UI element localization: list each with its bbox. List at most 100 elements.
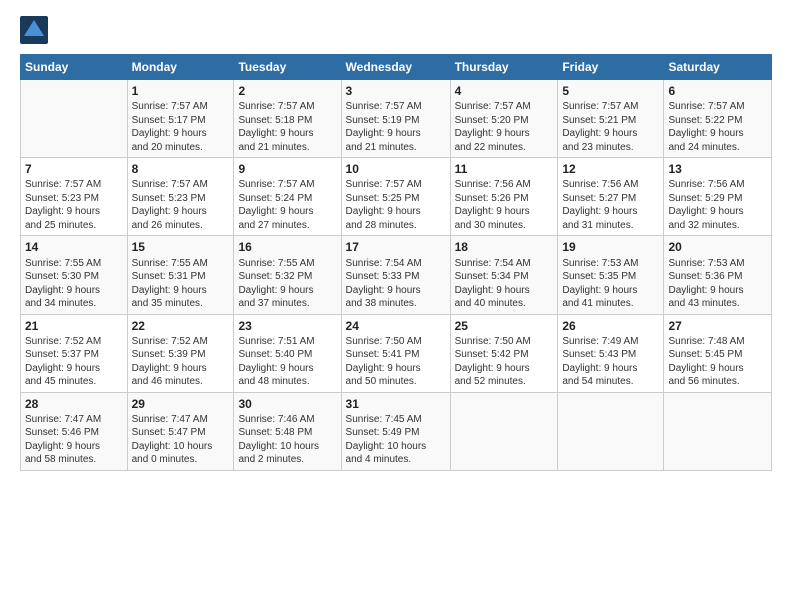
calendar-cell: 16Sunrise: 7:55 AM Sunset: 5:32 PM Dayli…	[234, 236, 341, 314]
calendar-cell	[21, 80, 128, 158]
day-number: 28	[25, 396, 123, 412]
day-info: Sunrise: 7:45 AM Sunset: 5:49 PM Dayligh…	[346, 413, 446, 467]
main-container: SundayMondayTuesdayWednesdayThursdayFrid…	[0, 0, 792, 481]
day-info: Sunrise: 7:53 AM Sunset: 5:36 PM Dayligh…	[668, 257, 767, 311]
weekday-header: Thursday	[450, 55, 558, 80]
day-info: Sunrise: 7:57 AM Sunset: 5:21 PM Dayligh…	[562, 100, 659, 154]
day-info: Sunrise: 7:47 AM Sunset: 5:47 PM Dayligh…	[132, 413, 230, 467]
day-info: Sunrise: 7:51 AM Sunset: 5:40 PM Dayligh…	[238, 335, 336, 389]
calendar-week-row: 21Sunrise: 7:52 AM Sunset: 5:37 PM Dayli…	[21, 314, 772, 392]
day-number: 25	[455, 318, 554, 334]
day-info: Sunrise: 7:54 AM Sunset: 5:33 PM Dayligh…	[346, 257, 446, 311]
day-number: 13	[668, 161, 767, 177]
calendar-cell: 29Sunrise: 7:47 AM Sunset: 5:47 PM Dayli…	[127, 392, 234, 470]
calendar-cell: 19 Sunrise: 7:53 AM Sunset: 5:35 PM Dayli…	[558, 236, 664, 314]
day-number: 19	[562, 239, 659, 255]
day-number: 3	[346, 83, 446, 99]
calendar-cell: 31Sunrise: 7:45 AM Sunset: 5:49 PM Dayli…	[341, 392, 450, 470]
day-number: 2	[238, 83, 336, 99]
day-info: Sunrise: 7:57 AM Sunset: 5:23 PM Dayligh…	[25, 178, 123, 232]
day-info: Sunrise: 7:47 AM Sunset: 5:46 PM Dayligh…	[25, 413, 123, 467]
day-number: 20	[668, 239, 767, 255]
calendar-cell: 8Sunrise: 7:57 AM Sunset: 5:23 PM Daylig…	[127, 158, 234, 236]
weekday-header: Friday	[558, 55, 664, 80]
day-number: 14	[25, 239, 123, 255]
day-info: Sunrise: 7:52 AM Sunset: 5:39 PM Dayligh…	[132, 335, 230, 389]
weekday-header: Wednesday	[341, 55, 450, 80]
day-number: 22	[132, 318, 230, 334]
day-info: Sunrise: 7:57 AM Sunset: 5:24 PM Dayligh…	[238, 178, 336, 232]
day-number: 21	[25, 318, 123, 334]
day-number: 9	[238, 161, 336, 177]
day-number: 18	[455, 239, 554, 255]
calendar-cell: 12Sunrise: 7:56 AM Sunset: 5:27 PM Dayli…	[558, 158, 664, 236]
calendar-cell: 23Sunrise: 7:51 AM Sunset: 5:40 PM Dayli…	[234, 314, 341, 392]
calendar-cell: 26Sunrise: 7:49 AM Sunset: 5:43 PM Dayli…	[558, 314, 664, 392]
day-number: 10	[346, 161, 446, 177]
day-info: Sunrise: 7:57 AM Sunset: 5:17 PM Dayligh…	[132, 100, 230, 154]
day-info: Sunrise: 7:57 AM Sunset: 5:20 PM Dayligh…	[455, 100, 554, 154]
day-number: 17	[346, 239, 446, 255]
calendar-cell: 28Sunrise: 7:47 AM Sunset: 5:46 PM Dayli…	[21, 392, 128, 470]
day-number: 16	[238, 239, 336, 255]
day-number: 29	[132, 396, 230, 412]
day-info: Sunrise: 7:57 AM Sunset: 5:25 PM Dayligh…	[346, 178, 446, 232]
calendar-cell: 22Sunrise: 7:52 AM Sunset: 5:39 PM Dayli…	[127, 314, 234, 392]
day-info: Sunrise: 7:56 AM Sunset: 5:29 PM Dayligh…	[668, 178, 767, 232]
day-info: Sunrise: 7:57 AM Sunset: 5:22 PM Dayligh…	[668, 100, 767, 154]
day-number: 4	[455, 83, 554, 99]
calendar-cell: 11Sunrise: 7:56 AM Sunset: 5:26 PM Dayli…	[450, 158, 558, 236]
calendar-cell: 13Sunrise: 7:56 AM Sunset: 5:29 PM Dayli…	[664, 158, 772, 236]
day-info: Sunrise: 7:56 AM Sunset: 5:27 PM Dayligh…	[562, 178, 659, 232]
calendar-cell: 2Sunrise: 7:57 AM Sunset: 5:18 PM Daylig…	[234, 80, 341, 158]
calendar-cell: 25Sunrise: 7:50 AM Sunset: 5:42 PM Dayli…	[450, 314, 558, 392]
calendar-week-row: 1Sunrise: 7:57 AM Sunset: 5:17 PM Daylig…	[21, 80, 772, 158]
day-info: Sunrise: 7:57 AM Sunset: 5:23 PM Dayligh…	[132, 178, 230, 232]
day-number: 26	[562, 318, 659, 334]
day-number: 31	[346, 396, 446, 412]
day-number: 15	[132, 239, 230, 255]
day-number: 6	[668, 83, 767, 99]
weekday-header: Tuesday	[234, 55, 341, 80]
logo	[20, 16, 52, 44]
calendar-cell: 7Sunrise: 7:57 AM Sunset: 5:23 PM Daylig…	[21, 158, 128, 236]
day-info: Sunrise: 7:54 AM Sunset: 5:34 PM Dayligh…	[455, 257, 554, 311]
calendar-cell: 3Sunrise: 7:57 AM Sunset: 5:19 PM Daylig…	[341, 80, 450, 158]
day-number: 11	[455, 161, 554, 177]
day-info: Sunrise: 7:49 AM Sunset: 5:43 PM Dayligh…	[562, 335, 659, 389]
calendar-table: SundayMondayTuesdayWednesdayThursdayFrid…	[20, 54, 772, 471]
day-number: 30	[238, 396, 336, 412]
day-number: 24	[346, 318, 446, 334]
calendar-cell: 6Sunrise: 7:57 AM Sunset: 5:22 PM Daylig…	[664, 80, 772, 158]
day-info: Sunrise: 7:50 AM Sunset: 5:42 PM Dayligh…	[455, 335, 554, 389]
day-number: 7	[25, 161, 123, 177]
day-info: Sunrise: 7:57 AM Sunset: 5:19 PM Dayligh…	[346, 100, 446, 154]
weekday-header: Monday	[127, 55, 234, 80]
calendar-cell: 4Sunrise: 7:57 AM Sunset: 5:20 PM Daylig…	[450, 80, 558, 158]
day-number: 5	[562, 83, 659, 99]
calendar-cell: 9Sunrise: 7:57 AM Sunset: 5:24 PM Daylig…	[234, 158, 341, 236]
day-info: Sunrise: 7:52 AM Sunset: 5:37 PM Dayligh…	[25, 335, 123, 389]
day-info: Sunrise: 7:53 AM Sunset: 5:35 PM Dayligh…	[562, 257, 659, 311]
calendar-cell: 24Sunrise: 7:50 AM Sunset: 5:41 PM Dayli…	[341, 314, 450, 392]
calendar-week-row: 14Sunrise: 7:55 AM Sunset: 5:30 PM Dayli…	[21, 236, 772, 314]
day-number: 12	[562, 161, 659, 177]
day-info: Sunrise: 7:48 AM Sunset: 5:45 PM Dayligh…	[668, 335, 767, 389]
calendar-cell: 15 Sunrise: 7:55 AM Sunset: 5:31 PM Dayli…	[127, 236, 234, 314]
day-info: Sunrise: 7:57 AM Sunset: 5:18 PM Dayligh…	[238, 100, 336, 154]
calendar-cell	[664, 392, 772, 470]
day-number: 8	[132, 161, 230, 177]
day-number: 27	[668, 318, 767, 334]
calendar-cell: 18 Sunrise: 7:54 AM Sunset: 5:34 PM Dayli…	[450, 236, 558, 314]
weekday-header: Sunday	[21, 55, 128, 80]
weekday-header: Saturday	[664, 55, 772, 80]
logo-icon	[20, 16, 48, 44]
calendar-cell: 1Sunrise: 7:57 AM Sunset: 5:17 PM Daylig…	[127, 80, 234, 158]
day-info: Sunrise: 7:46 AM Sunset: 5:48 PM Dayligh…	[238, 413, 336, 467]
calendar-cell: 30Sunrise: 7:46 AM Sunset: 5:48 PM Dayli…	[234, 392, 341, 470]
weekday-header-row: SundayMondayTuesdayWednesdayThursdayFrid…	[21, 55, 772, 80]
day-info: Sunrise: 7:55 AM Sunset: 5:31 PM Dayligh…	[132, 257, 230, 311]
calendar-cell: 27Sunrise: 7:48 AM Sunset: 5:45 PM Dayli…	[664, 314, 772, 392]
calendar-cell: 14Sunrise: 7:55 AM Sunset: 5:30 PM Dayli…	[21, 236, 128, 314]
day-number: 1	[132, 83, 230, 99]
